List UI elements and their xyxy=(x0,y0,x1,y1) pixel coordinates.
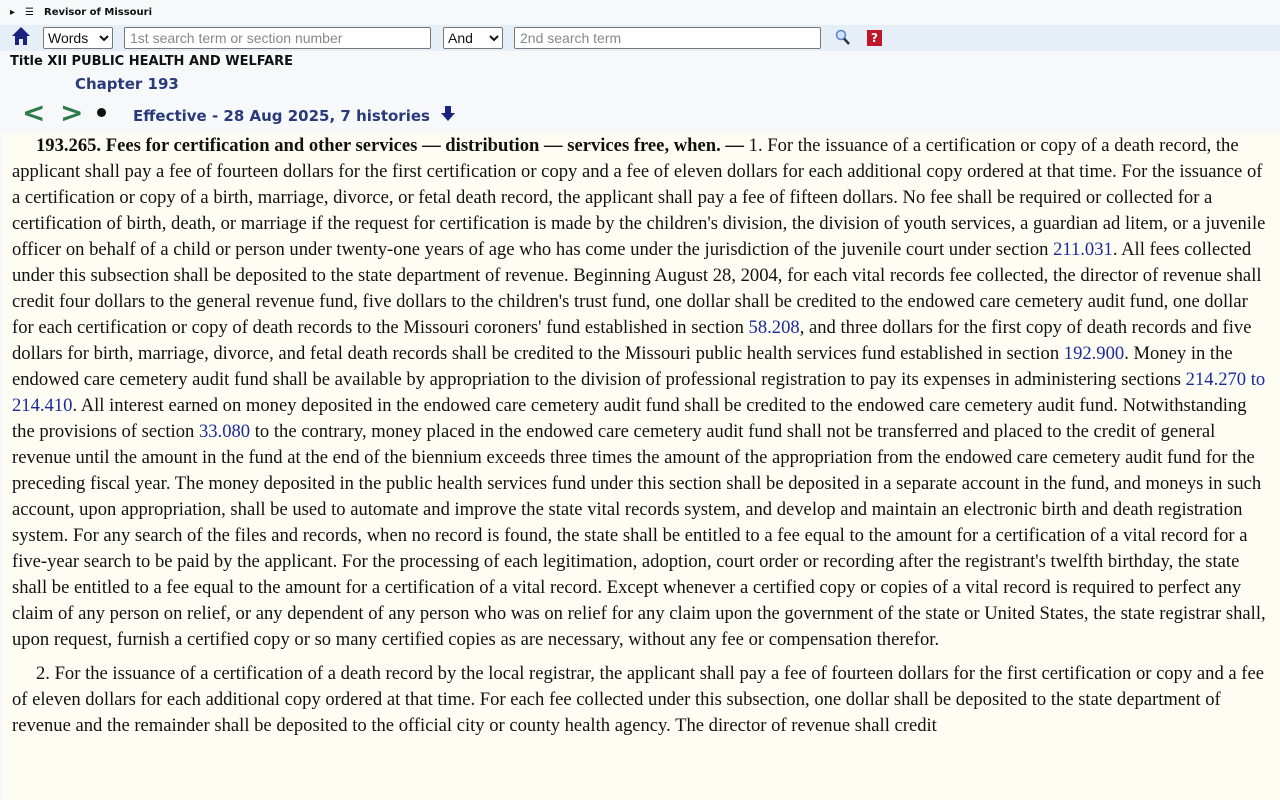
second-search-input[interactable] xyxy=(514,27,821,49)
paragraph-text: to the contrary, money placed in the end… xyxy=(12,421,1266,650)
arrow-down-icon[interactable] xyxy=(440,106,456,122)
search-icon[interactable] xyxy=(835,29,851,46)
section-link[interactable]: 211.031 xyxy=(1053,239,1113,260)
search-mode-select[interactable]: Words xyxy=(43,27,113,49)
effective-histories-link[interactable]: Effective - 28 Aug 2025, 7 histories xyxy=(133,107,430,125)
hamburger-icon[interactable]: ☰ xyxy=(25,7,34,18)
section-link[interactable]: 33.080 xyxy=(199,421,250,442)
section-link[interactable]: 192.900 xyxy=(1064,343,1124,364)
section-link[interactable]: 58.208 xyxy=(749,317,800,338)
prev-section-button[interactable]: < xyxy=(22,96,45,129)
site-name[interactable]: Revisor of Missouri xyxy=(44,7,152,18)
section-nav: < > Effective - 28 Aug 2025, 7 histories xyxy=(0,96,600,130)
triangle-right-icon[interactable]: ▸ xyxy=(10,7,15,18)
operator-select[interactable]: And xyxy=(443,27,503,49)
site-header: ▸ ☰ Revisor of Missouri xyxy=(0,0,1280,24)
search-bar: Words And ? xyxy=(0,25,1280,51)
help-button[interactable]: ? xyxy=(867,30,882,46)
chapter-link[interactable]: Chapter 193 xyxy=(75,75,179,93)
next-section-button[interactable]: > xyxy=(60,96,83,129)
section-content: 193.265. Fees for certification and othe… xyxy=(3,133,1280,800)
section-paragraph: 193.265. Fees for certification and othe… xyxy=(3,133,1280,653)
title-breadcrumb[interactable]: Title XII PUBLIC HEALTH AND WELFARE xyxy=(10,54,293,69)
section-heading: 193.265. Fees for certification and othe… xyxy=(36,135,749,156)
first-search-input[interactable] xyxy=(124,27,431,49)
paragraph-text: 2. For the issuance of a certification o… xyxy=(12,663,1264,736)
bullet-icon xyxy=(97,108,106,117)
section-paragraph: 2. For the issuance of a certification o… xyxy=(3,661,1280,739)
home-icon[interactable] xyxy=(11,26,31,46)
